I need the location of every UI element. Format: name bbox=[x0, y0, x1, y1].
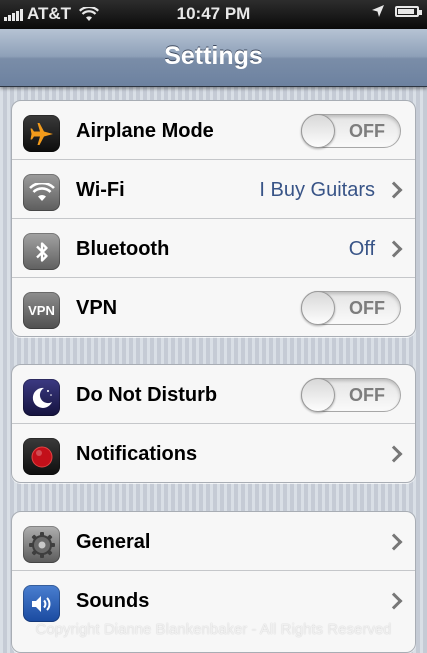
bluetooth-icon bbox=[23, 233, 60, 270]
settings-group-notifications: Do Not Disturb OFF Notifications bbox=[11, 364, 416, 483]
settings-row-vpn[interactable]: VPN VPN OFF bbox=[12, 278, 415, 336]
airplane-mode-label: Airplane Mode bbox=[76, 120, 214, 142]
vpn-icon: VPN bbox=[23, 292, 60, 329]
toggle-knob bbox=[301, 378, 335, 412]
battery-icon bbox=[395, 5, 422, 17]
settings-group-connectivity: Airplane Mode OFF Wi-Fi I Buy Guitars Bl… bbox=[11, 100, 416, 337]
toggle-knob bbox=[301, 114, 335, 148]
chevron-right-icon bbox=[385, 445, 403, 463]
toggle-state: OFF bbox=[349, 121, 385, 141]
vpn-icon-text: VPN bbox=[28, 303, 55, 318]
status-bar: AT&T 10:47 PM bbox=[0, 0, 427, 29]
wifi-label: Wi-Fi bbox=[76, 179, 125, 201]
settings-row-notifications[interactable]: Notifications bbox=[12, 424, 415, 482]
chevron-right-icon bbox=[385, 181, 403, 199]
general-label: General bbox=[76, 531, 151, 553]
settings-row-bluetooth[interactable]: Bluetooth Off bbox=[12, 219, 415, 278]
page-title: Settings bbox=[164, 42, 263, 70]
settings-row-airplane-mode[interactable]: Airplane Mode OFF bbox=[12, 101, 415, 160]
bluetooth-label: Bluetooth bbox=[76, 238, 170, 260]
chevron-right-icon bbox=[385, 240, 403, 258]
settings-row-wifi[interactable]: Wi-Fi I Buy Guitars bbox=[12, 160, 415, 219]
do-not-disturb-toggle[interactable]: OFF bbox=[301, 378, 401, 412]
do-not-disturb-label: Do Not Disturb bbox=[76, 384, 218, 406]
chevron-right-icon bbox=[385, 592, 403, 610]
airplane-icon bbox=[23, 115, 60, 152]
status-right bbox=[371, 4, 422, 18]
vpn-toggle[interactable]: OFF bbox=[301, 291, 401, 325]
wifi-network-value: I Buy Guitars bbox=[259, 179, 375, 201]
bluetooth-value: Off bbox=[348, 238, 375, 260]
copyright-watermark: Copyright Dianne Blankenbaker - All Righ… bbox=[35, 621, 392, 638]
moon-icon bbox=[23, 379, 60, 416]
notifications-icon bbox=[23, 438, 60, 475]
speaker-icon bbox=[23, 585, 60, 622]
location-arrow-icon bbox=[372, 5, 384, 17]
status-time: 10:47 PM bbox=[176, 4, 251, 23]
toggle-knob bbox=[301, 291, 335, 325]
chevron-right-icon bbox=[385, 533, 403, 551]
wifi-icon bbox=[23, 174, 60, 211]
settings-row-general[interactable]: General bbox=[12, 512, 415, 571]
gear-icon bbox=[23, 526, 60, 563]
settings-row-do-not-disturb[interactable]: Do Not Disturb OFF bbox=[12, 365, 415, 424]
airplane-mode-toggle[interactable]: OFF bbox=[301, 114, 401, 148]
sounds-label: Sounds bbox=[76, 590, 150, 612]
toggle-state: OFF bbox=[349, 385, 385, 405]
toggle-state: OFF bbox=[349, 298, 385, 318]
navigation-bar: Settings bbox=[0, 29, 427, 87]
vpn-label: VPN bbox=[76, 297, 118, 319]
notifications-label: Notifications bbox=[76, 443, 198, 465]
